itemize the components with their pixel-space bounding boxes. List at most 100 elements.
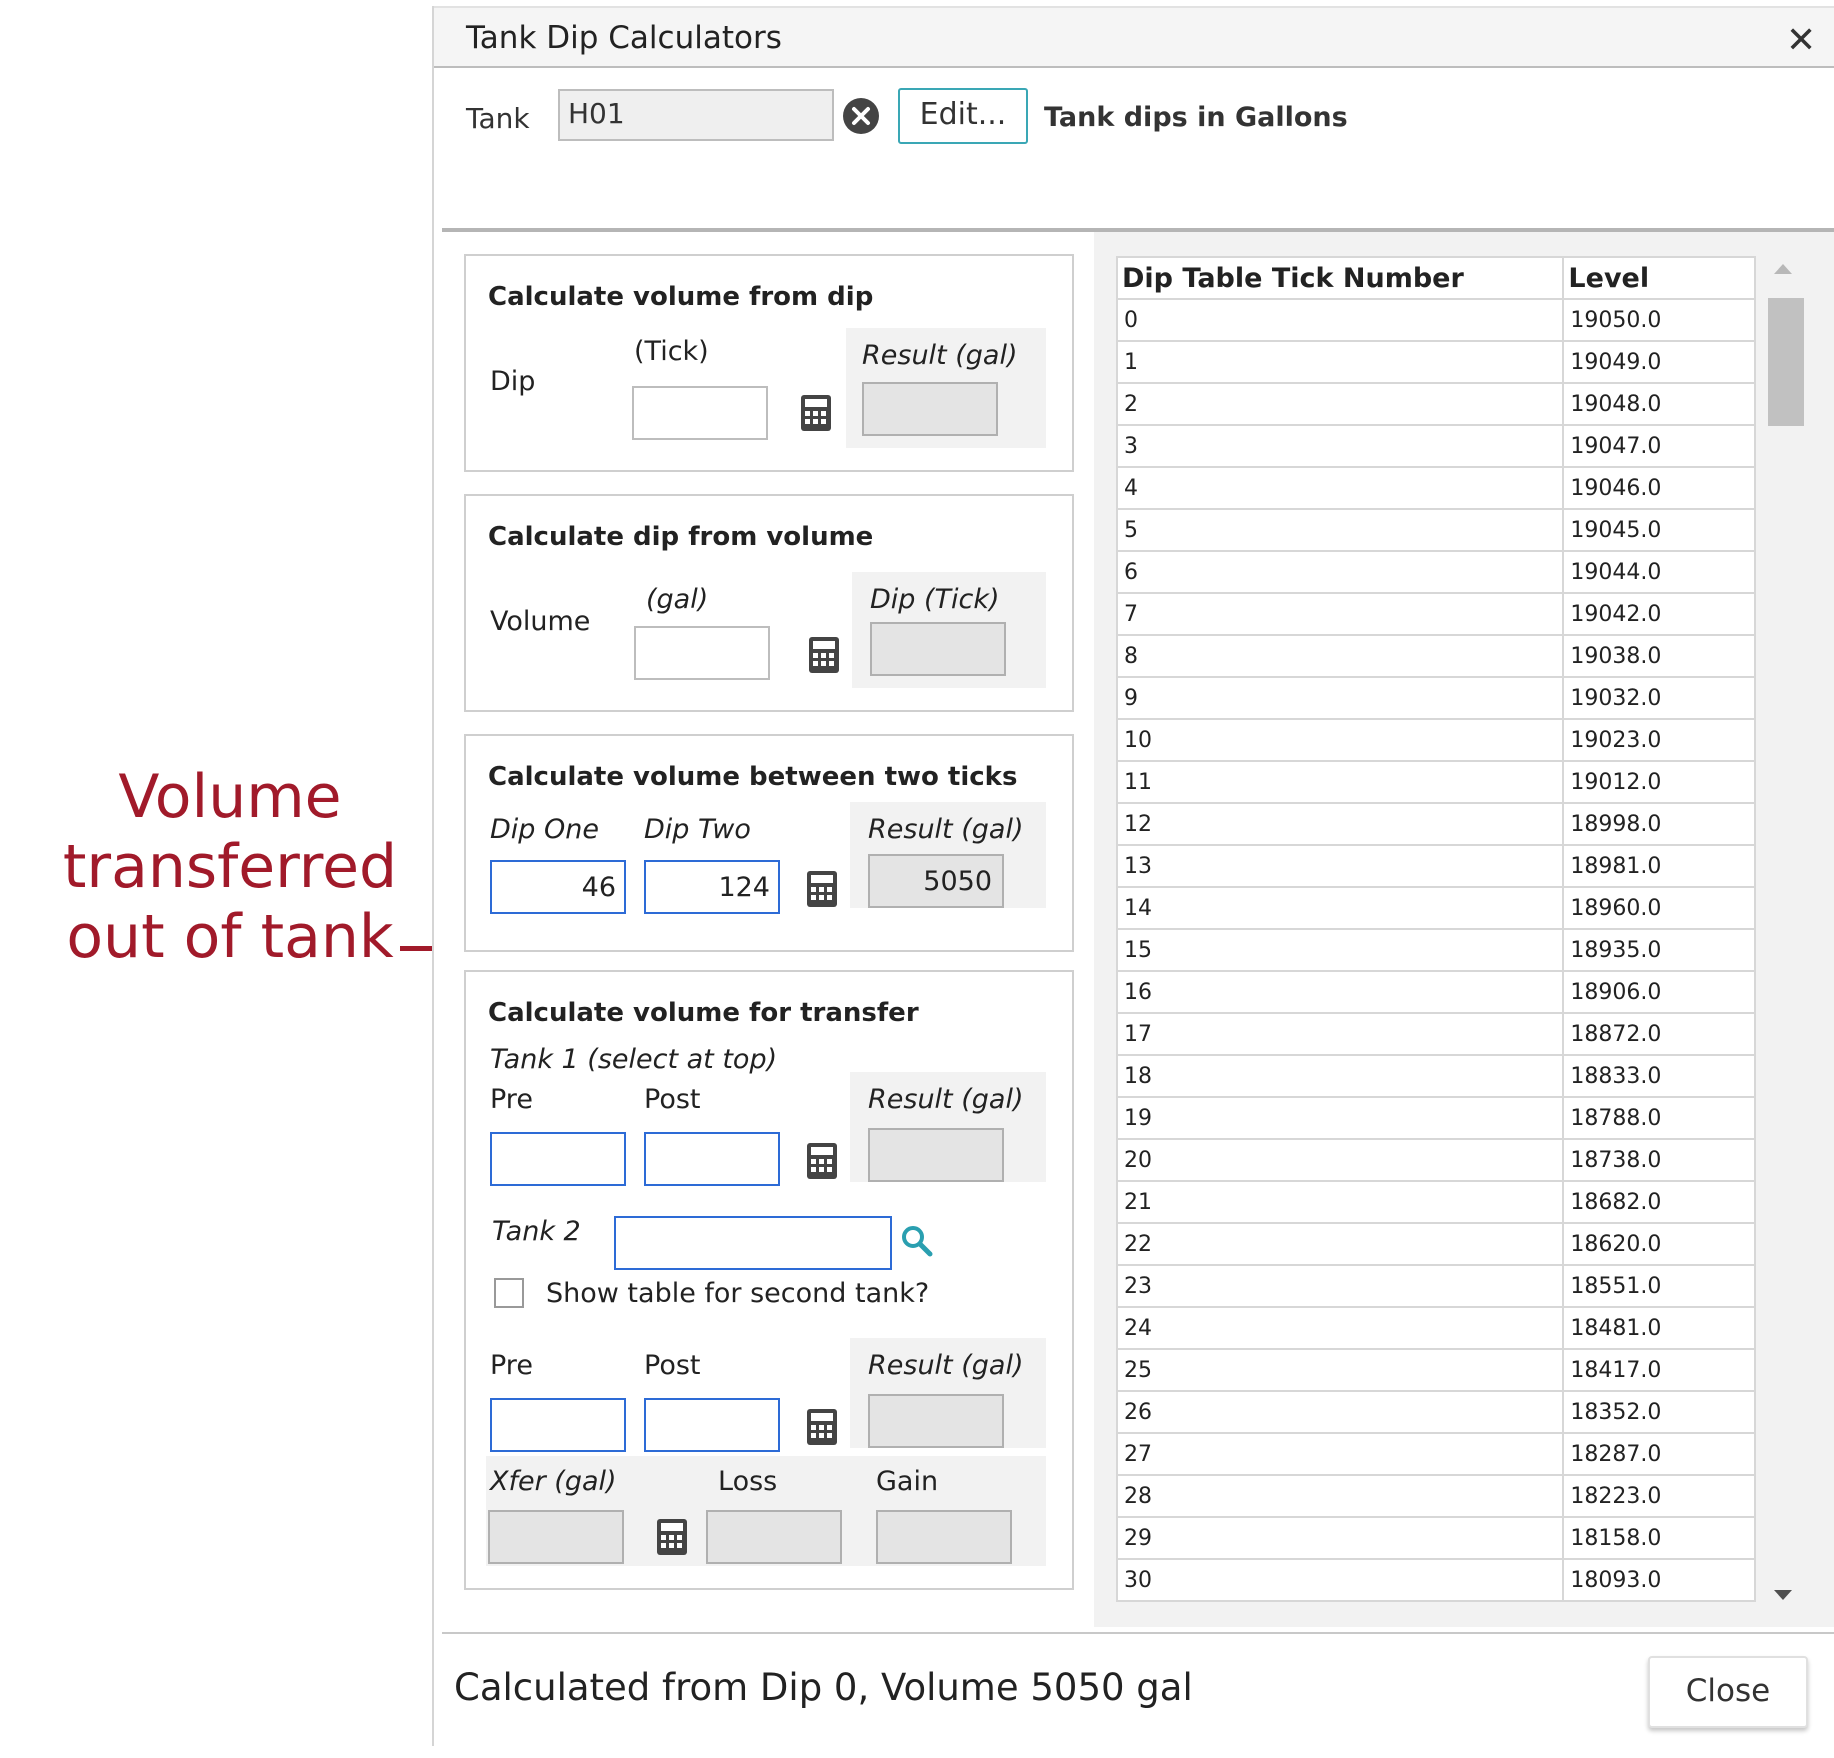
result-label: Result (gal) [868,1350,1024,1381]
level-cell: 18093.0 [1562,1558,1756,1602]
tank-dip-dialog: Tank Dip Calculators ✕ Tank H01 Edit... … [432,6,1834,1746]
table-row[interactable]: 29 18158.0 [1116,1516,1756,1560]
dip-table-viewport[interactable]: Dip Table Tick Number Level 0 19050.0 1 190… [1116,256,1756,1614]
tick-cell: 27 [1116,1432,1565,1476]
dip-input[interactable] [632,386,768,440]
clear-circle-icon[interactable] [842,97,880,135]
show-table-checkbox[interactable] [494,1278,524,1308]
panel-title: Calculate dip from volume [488,522,874,552]
table-row[interactable]: 23 18551.0 [1116,1264,1756,1308]
post-label: Post [644,1084,701,1115]
level-cell: 19023.0 [1562,718,1756,762]
table-row[interactable]: 28 18223.0 [1116,1474,1756,1518]
tick-cell: 12 [1116,802,1565,846]
table-row[interactable]: 25 18417.0 [1116,1348,1756,1392]
tank2-pre-input[interactable] [490,1398,626,1452]
tick-cell: 11 [1116,760,1565,804]
column-header-tick[interactable]: Dip Table Tick Number [1116,256,1565,300]
table-row[interactable]: 0 19050.0 [1116,298,1756,342]
table-row[interactable]: 24 18481.0 [1116,1306,1756,1350]
tank1-post-input[interactable] [644,1132,780,1186]
table-row[interactable]: 1 19049.0 [1116,340,1756,384]
column-header-level[interactable]: Level [1562,256,1756,300]
tank1-pre-input[interactable] [490,1132,626,1186]
tank-input[interactable]: H01 [558,89,834,141]
table-header-row: Dip Table Tick Number Level [1116,256,1756,300]
calculator-icon[interactable] [806,870,838,908]
gal-label: (gal) [646,584,709,615]
table-row[interactable]: 21 18682.0 [1116,1180,1756,1224]
calculator-icon[interactable] [806,1408,838,1446]
volume-input[interactable] [634,626,770,680]
table-row[interactable]: 19 18788.0 [1116,1096,1756,1140]
tick-cell: 28 [1116,1474,1565,1518]
tick-cell: 14 [1116,886,1565,930]
calculator-icon[interactable] [808,636,840,674]
table-row[interactable]: 18 18833.0 [1116,1054,1756,1098]
scroll-down-arrow-icon[interactable] [1774,1590,1792,1600]
table-row[interactable]: 27 18287.0 [1116,1432,1756,1476]
tick-cell: 25 [1116,1348,1565,1392]
tick-cell: 18 [1116,1054,1565,1098]
annotation-line-1: Volume [118,762,342,832]
table-row[interactable]: 14 18960.0 [1116,886,1756,930]
table-row[interactable]: 8 19038.0 [1116,634,1756,678]
dip-two-input[interactable]: 124 [644,860,780,914]
tick-cell: 26 [1116,1390,1565,1434]
level-cell: 19045.0 [1562,508,1756,552]
table-row[interactable]: 16 18906.0 [1116,970,1756,1014]
table-row[interactable]: 20 18738.0 [1116,1138,1756,1182]
level-cell: 18417.0 [1562,1348,1756,1392]
table-row[interactable]: 11 19012.0 [1116,760,1756,804]
table-row[interactable]: 30 18093.0 [1116,1558,1756,1602]
panel-dip-from-volume: Calculate dip from volume Volume (gal) D… [464,494,1074,712]
scrollbar-track[interactable] [1762,256,1804,1616]
calculator-icon[interactable] [806,1142,838,1180]
tick-cell: 21 [1116,1180,1565,1224]
xfer-output [488,1510,624,1564]
tank2-input[interactable] [614,1216,892,1270]
level-cell: 18481.0 [1562,1306,1756,1350]
panel-volume-between-ticks: Calculate volume between two ticks Dip O… [464,734,1074,952]
scroll-up-arrow-icon[interactable] [1774,264,1792,274]
level-cell: 18223.0 [1562,1474,1756,1518]
tick-cell: 9 [1116,676,1565,720]
tick-cell: 10 [1116,718,1565,762]
table-row[interactable]: 4 19046.0 [1116,466,1756,510]
search-icon[interactable] [900,1224,934,1258]
table-row[interactable]: 15 18935.0 [1116,928,1756,972]
units-label: Tank dips in Gallons [1044,102,1348,133]
level-cell: 18738.0 [1562,1138,1756,1182]
scrollbar-thumb[interactable] [1768,298,1804,426]
level-cell: 18998.0 [1562,802,1756,846]
calculator-icon[interactable] [656,1518,688,1556]
tick-label: (Tick) [634,336,709,367]
close-x-icon[interactable]: ✕ [1786,20,1816,61]
annotation-line-3: out of tank [66,902,394,972]
dip-one-label: Dip One [490,814,599,845]
table-row[interactable]: 10 19023.0 [1116,718,1756,762]
tank2-result-output [868,1394,1004,1448]
close-button[interactable]: Close [1648,1656,1808,1728]
table-row[interactable]: 17 18872.0 [1116,1012,1756,1056]
status-text: Calculated from Dip 0, Volume 5050 gal [454,1666,1193,1709]
table-row[interactable]: 7 19042.0 [1116,592,1756,636]
table-row[interactable]: 3 19047.0 [1116,424,1756,468]
tank2-post-input[interactable] [644,1398,780,1452]
table-row[interactable]: 6 19044.0 [1116,550,1756,594]
tick-cell: 17 [1116,1012,1565,1056]
edit-button[interactable]: Edit... [898,88,1028,144]
level-cell: 19012.0 [1562,760,1756,804]
level-cell: 19032.0 [1562,676,1756,720]
table-row[interactable]: 9 19032.0 [1116,676,1756,720]
table-row[interactable]: 2 19048.0 [1116,382,1756,426]
table-row[interactable]: 26 18352.0 [1116,1390,1756,1434]
table-row[interactable]: 12 18998.0 [1116,802,1756,846]
gain-label: Gain [876,1466,939,1497]
table-row[interactable]: 22 18620.0 [1116,1222,1756,1266]
table-row[interactable]: 5 19045.0 [1116,508,1756,552]
dip-one-input[interactable]: 46 [490,860,626,914]
level-cell: 18158.0 [1562,1516,1756,1560]
calculator-icon[interactable] [800,394,832,432]
table-row[interactable]: 13 18981.0 [1116,844,1756,888]
